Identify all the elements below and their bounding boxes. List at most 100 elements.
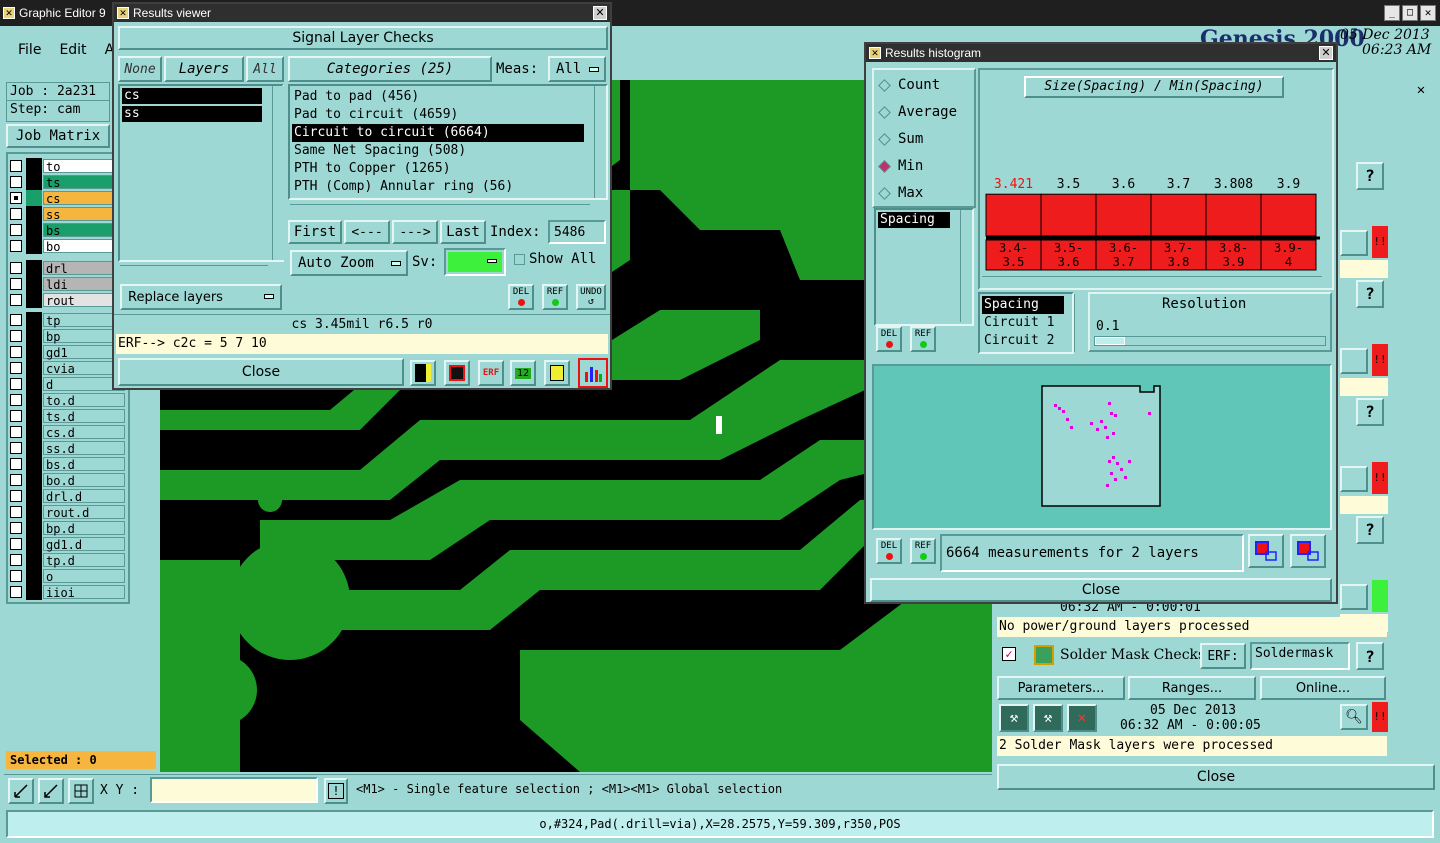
category-item[interactable]: PTH to Copper (1265)	[292, 160, 584, 178]
layer-checkbox[interactable]	[10, 442, 22, 454]
layer-checkbox[interactable]	[10, 278, 22, 290]
close-icon[interactable]: ✕	[1420, 5, 1436, 21]
field-item[interactable]: Spacing	[982, 296, 1064, 314]
online-button[interactable]: Online...	[1260, 676, 1386, 700]
layer-name[interactable]: ss.d	[43, 441, 125, 456]
histogram-bar[interactable]	[1040, 193, 1097, 237]
layer-row[interactable]: bp	[10, 328, 125, 344]
run-check-button[interactable]: ⚒	[999, 704, 1029, 732]
alert-button[interactable]: !	[324, 778, 348, 804]
next-button[interactable]: --->	[392, 220, 438, 244]
category-item[interactable]: Pad to pad (456)	[292, 88, 584, 106]
category-item[interactable]: Circuit to circuit (6664)	[292, 124, 584, 142]
del-button[interactable]: DEL	[508, 284, 534, 310]
checks-title-close[interactable]: ✕	[1412, 82, 1430, 100]
field-item[interactable]: Circuit 1	[982, 314, 1064, 332]
categories-button[interactable]: Categories (25)	[288, 56, 492, 82]
layer-row[interactable]: to	[10, 158, 125, 174]
layer-name[interactable]: tp.d	[43, 553, 125, 568]
resolution-slider[interactable]	[1094, 336, 1326, 346]
layer-row[interactable]: cs	[10, 190, 125, 206]
layer-checkbox[interactable]	[10, 474, 22, 486]
layer-checkbox[interactable]	[10, 294, 22, 306]
first-button[interactable]: First	[288, 220, 342, 244]
layer-row[interactable]: to.d	[10, 392, 125, 408]
layer-row[interactable]: bs.d	[10, 456, 125, 472]
viewer-close-button[interactable]: Close	[118, 358, 404, 386]
mode-radio-max[interactable]: Max	[878, 184, 923, 202]
layer-name[interactable]: o	[43, 569, 125, 584]
measure-button[interactable]	[38, 778, 64, 804]
histogram-bar[interactable]	[1150, 193, 1207, 237]
layer-name[interactable]: bo.d	[43, 473, 125, 488]
layer-row[interactable]: ts.d	[10, 408, 125, 424]
viewer-layer-item[interactable]: ss	[122, 106, 262, 122]
xy-input[interactable]	[150, 777, 318, 803]
maximize-button[interactable]: □	[1402, 5, 1418, 21]
categories-listbox[interactable]: Pad to pad (456) Pad to circuit (4659) Cir…	[288, 84, 608, 200]
check-help-button[interactable]: ?	[1356, 280, 1384, 308]
undo-button[interactable]: UNDO ↺	[576, 284, 606, 310]
sv-color-dropdown[interactable]	[444, 248, 506, 276]
replace-layers-dropdown[interactable]: Replace layers	[120, 284, 282, 310]
layer-row[interactable]: ss.d	[10, 440, 125, 456]
plot-hscrollbar[interactable]	[982, 276, 1322, 288]
layer-name[interactable]: bp.d	[43, 521, 125, 536]
layer-checkbox[interactable]	[10, 330, 22, 342]
category-item[interactable]: Same Net Spacing (508)	[292, 142, 584, 160]
parameters-button[interactable]: Parameters...	[997, 676, 1125, 700]
job-matrix-button[interactable]: Job Matrix	[6, 124, 110, 148]
hist-del-button[interactable]: DEL	[876, 326, 902, 352]
layer-checkbox[interactable]	[10, 554, 22, 566]
layer-name[interactable]: iioi	[43, 585, 125, 600]
stop-check-button[interactable]: ✕	[1067, 704, 1097, 732]
layer-row[interactable]: bo.d	[10, 472, 125, 488]
highlight-button[interactable]	[410, 360, 436, 386]
hist-ref-button-2[interactable]: REF	[910, 538, 936, 564]
categories-hscrollbar[interactable]	[290, 204, 590, 216]
layer-checkbox[interactable]	[10, 176, 22, 188]
layer-row[interactable]: gd1.d	[10, 536, 125, 552]
category-item[interactable]: PTH (Comp) Annular ring (56)	[292, 178, 584, 196]
grid-button[interactable]	[68, 778, 94, 804]
layer-checkbox[interactable]	[10, 394, 22, 406]
hist-del-button-2[interactable]: DEL	[876, 538, 902, 564]
layer-checkbox[interactable]	[10, 362, 22, 374]
layer-row[interactable]: rout	[10, 292, 125, 308]
check-zoom-button[interactable]	[1340, 466, 1368, 492]
viewer-layer-item[interactable]: cs	[122, 88, 262, 104]
solder-help-button[interactable]: ?	[1356, 642, 1384, 670]
layer-row[interactable]: gd1	[10, 344, 125, 360]
layer-checkbox[interactable]	[10, 378, 22, 390]
hist-export-button[interactable]	[1248, 534, 1284, 568]
layer-row[interactable]: o	[10, 568, 125, 584]
clear-erf-button[interactable]: ERF	[478, 360, 504, 386]
layer-listbox[interactable]: cs ss	[118, 84, 284, 262]
layer-row[interactable]: tp.d	[10, 552, 125, 568]
auto-zoom-dropdown[interactable]: Auto Zoom	[290, 250, 408, 276]
menu-file[interactable]: File	[18, 42, 41, 58]
layer-name[interactable]: cs.d	[43, 425, 125, 440]
report-button[interactable]	[544, 360, 570, 386]
all-layers-button[interactable]: All	[246, 56, 284, 82]
layer-row[interactable]: drl.d	[10, 488, 125, 504]
layer-checkbox[interactable]	[10, 314, 22, 326]
index-input[interactable]	[548, 220, 606, 244]
layer-row[interactable]: bp.d	[10, 520, 125, 536]
category-item[interactable]: Pad to circuit (4659)	[292, 106, 584, 124]
layer-row[interactable]: drl	[10, 260, 125, 276]
layer-checkbox[interactable]	[10, 192, 22, 204]
ranges-button[interactable]: Ranges...	[1128, 676, 1256, 700]
check-help-button[interactable]: ?	[1356, 516, 1384, 544]
hist-close-button[interactable]: Close	[870, 578, 1332, 602]
layer-name[interactable]: gd1.d	[43, 537, 125, 552]
layer-name[interactable]: rout.d	[43, 505, 125, 520]
hist-zoom-button[interactable]	[1290, 534, 1326, 568]
field-scrollbar[interactable]	[1074, 294, 1086, 352]
measure-scrollbar[interactable]	[960, 210, 972, 322]
layer-row[interactable]: cvia	[10, 360, 125, 376]
check-help-button[interactable]: ?	[1356, 398, 1384, 426]
layer-checkbox[interactable]	[10, 426, 22, 438]
mode-radio-min[interactable]: Min	[878, 157, 923, 175]
layer-row[interactable]: bo	[10, 238, 125, 254]
